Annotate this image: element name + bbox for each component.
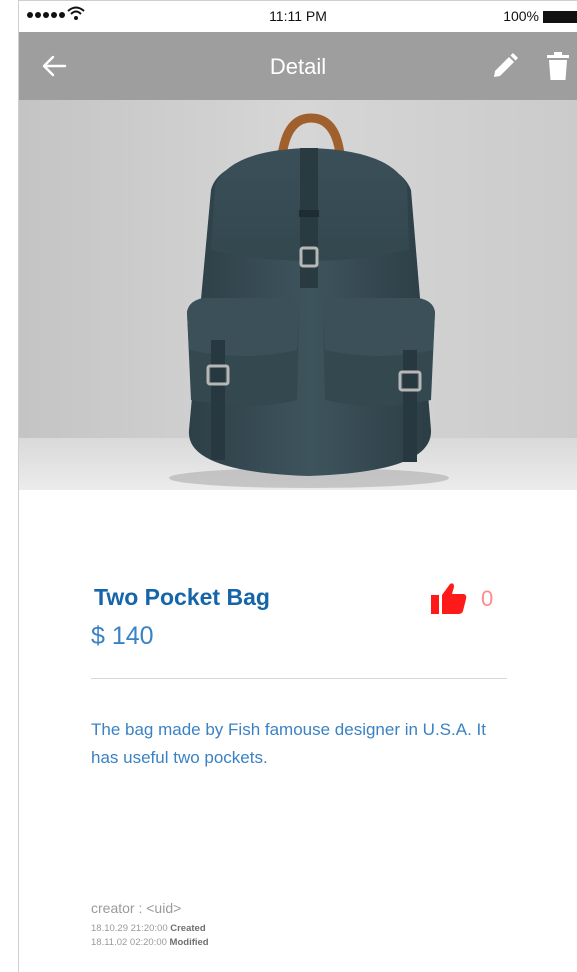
product-name: Two Pocket Bag: [94, 584, 270, 610]
product-image: [19, 100, 577, 490]
battery-percentage: 100%: [503, 8, 539, 24]
status-time: 11:11 PM: [269, 8, 327, 24]
divider: [91, 678, 507, 679]
status-bar: 11:11 PM 100%: [19, 0, 577, 32]
created-date: 18.10.29 21:20:00: [91, 923, 168, 934]
modified-timestamp: 18.11.02 02:20:00 Modified: [91, 937, 209, 948]
like-count: 0: [481, 586, 494, 611]
created-timestamp: 18.10.29 21:20:00 Created: [91, 923, 206, 934]
trash-icon[interactable]: [547, 52, 569, 80]
app-bar: Detail: [19, 32, 577, 100]
product-description: The bag made by Fish famouse designer in…: [91, 720, 486, 767]
modified-label: Modified: [169, 937, 209, 948]
battery-icon: [543, 11, 577, 23]
modified-date: 18.11.02 02:20:00: [91, 937, 167, 948]
thumbs-up-icon[interactable]: [431, 582, 467, 614]
creator-label: creator : <uid>: [91, 900, 182, 916]
created-label: Created: [170, 923, 206, 934]
phone-screen: 11:11 PM 100% Detail Two Pocket Bag $ 14…: [18, 0, 577, 972]
product-price: $ 140: [91, 622, 154, 650]
edit-pencil-icon[interactable]: [491, 52, 519, 80]
